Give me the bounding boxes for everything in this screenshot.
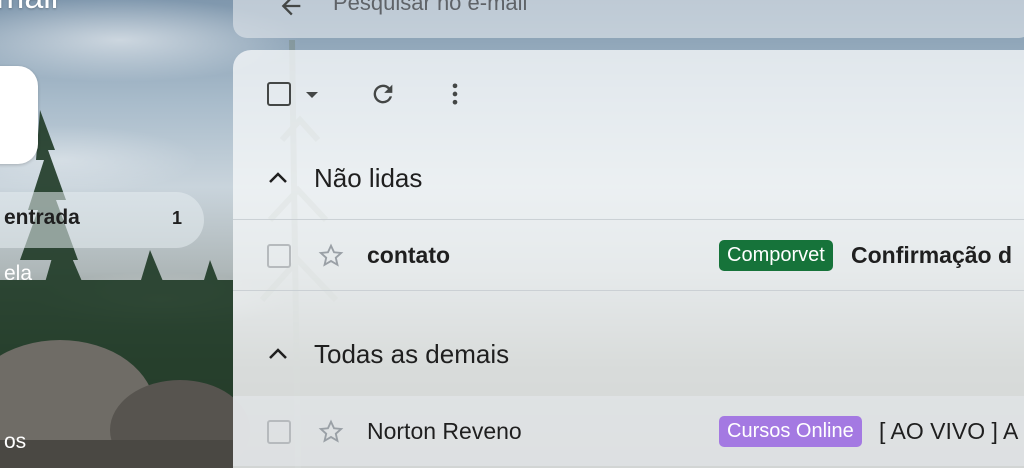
chevron-down-icon[interactable] <box>305 90 319 100</box>
section-header-unread[interactable]: Não lidas <box>233 150 1024 206</box>
row-checkbox[interactable] <box>267 244 291 268</box>
mail-row[interactable]: Norton Reveno Cursos Online [ AO VIVO ] … <box>233 396 1024 466</box>
search-input[interactable] <box>333 0 933 20</box>
mail-sender: contato <box>367 242 451 268</box>
star-icon[interactable] <box>317 242 345 270</box>
chevron-up-icon[interactable] <box>267 168 289 188</box>
mail-sender: Norton Reveno <box>367 418 522 444</box>
app-name: mail <box>0 0 58 17</box>
chevron-up-icon[interactable] <box>267 344 289 364</box>
label-chip[interactable]: Cursos Online <box>719 416 862 447</box>
star-icon[interactable] <box>317 418 345 446</box>
toolbar <box>233 50 1024 136</box>
select-all-checkbox[interactable] <box>267 82 291 106</box>
section-header-others[interactable]: Todas as demais <box>233 326 1024 382</box>
compose-button[interactable] <box>0 66 38 164</box>
mail-subject: Confirmação d <box>851 242 1013 268</box>
section-title: Não lidas <box>314 163 423 193</box>
arrow-back-icon[interactable] <box>277 0 305 20</box>
sidebar-item-label: os <box>4 430 27 453</box>
sidebar-item-label: ela <box>4 262 33 285</box>
sidebar-item-inbox[interactable]: entrada 1 <box>0 192 204 248</box>
divider <box>233 290 1024 291</box>
sidebar-item-tertiary[interactable]: os <box>0 416 204 468</box>
more-vert-icon[interactable] <box>441 80 469 108</box>
mail-row[interactable]: contato Comporvet Confirmação d <box>233 220 1024 290</box>
mail-list-panel: Não lidas contato Comporvet Confirmação … <box>233 50 1024 468</box>
refresh-icon[interactable] <box>369 80 397 108</box>
search-bar <box>233 0 1024 38</box>
unread-count: 1 <box>171 208 182 228</box>
mail-subject: [ AO VIVO ] A <box>879 418 1019 444</box>
sidebar-item-secondary[interactable]: ela <box>0 248 204 304</box>
label-chip[interactable]: Comporvet <box>719 240 833 271</box>
section-title: Todas as demais <box>314 339 510 369</box>
row-checkbox[interactable] <box>267 420 291 444</box>
sidebar-item-label: entrada <box>4 206 80 229</box>
